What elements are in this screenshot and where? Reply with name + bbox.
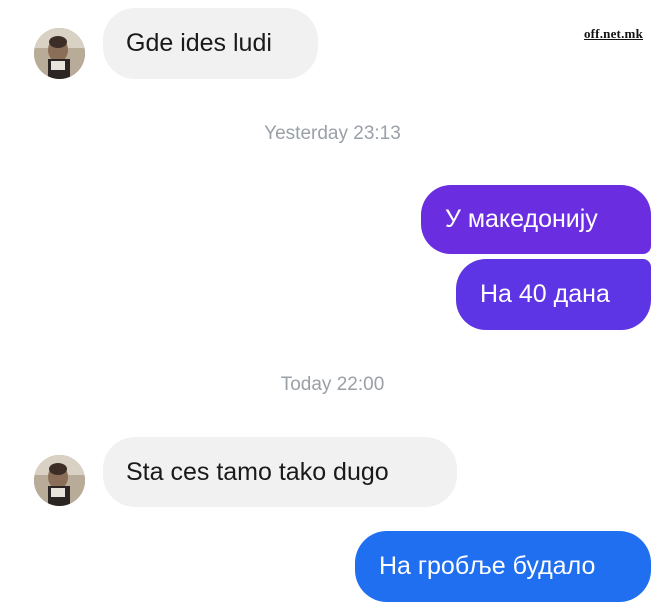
message-text: Gde ides ludi xyxy=(126,29,272,57)
message-text: Sta ces tamo tako dugo xyxy=(126,457,389,486)
watermark: off.net.mk xyxy=(583,26,643,41)
avatar-photo-icon xyxy=(34,28,85,79)
message-bubble-incoming[interactable]: Gde ides ludi xyxy=(103,8,318,79)
message-bubble-outgoing[interactable]: На 40 дана xyxy=(456,259,651,330)
avatar-photo-icon xyxy=(34,455,85,506)
contact-avatar[interactable] xyxy=(34,455,85,506)
message-text: У македонију xyxy=(445,205,598,233)
timestamp: Yesterday 23:13 xyxy=(264,123,401,144)
message-text: На 40 дана xyxy=(480,280,610,308)
contact-avatar[interactable] xyxy=(34,28,85,79)
message-bubble-outgoing[interactable]: У македонију xyxy=(421,185,651,254)
message-bubble-outgoing[interactable]: На гробље будало xyxy=(355,531,651,602)
timestamp: Today 22:00 xyxy=(280,374,385,395)
message-bubble-incoming[interactable]: Sta ces tamo tako dugo xyxy=(103,437,457,507)
message-text: На гробље будало xyxy=(379,552,596,580)
